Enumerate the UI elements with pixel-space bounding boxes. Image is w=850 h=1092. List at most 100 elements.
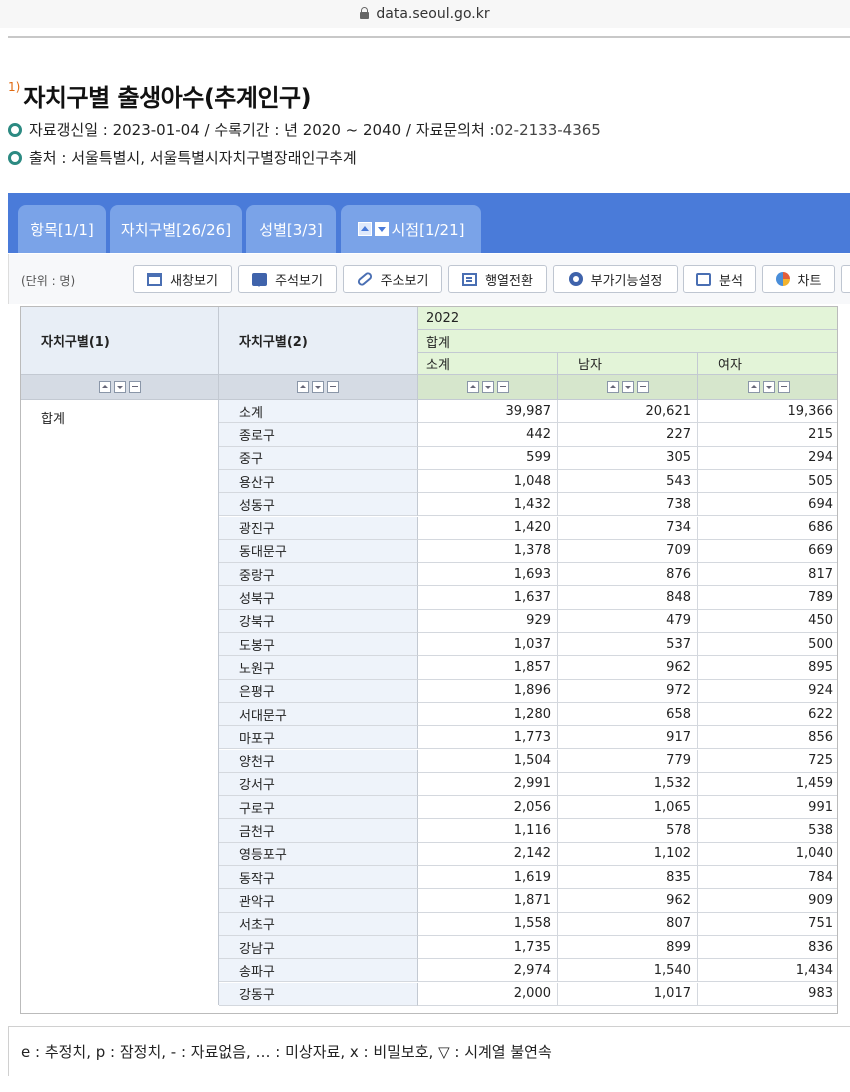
male-value: 972: [558, 679, 698, 703]
male-value: 1,102: [558, 842, 698, 866]
col-header-district1: 자치구별(1): [21, 307, 219, 375]
button-label: 차트: [797, 273, 822, 289]
tab-label: 성별[3/3]: [259, 220, 323, 239]
district-name: 마포구: [219, 726, 418, 750]
url-button[interactable]: 주소보기: [343, 265, 442, 293]
collapse-up-icon[interactable]: [357, 222, 372, 236]
sort-up-icon[interactable]: [466, 381, 479, 393]
data-grid: 자치구별(1) 자치구별(2) 2022 합계 소계 남자 여자 합계 소계 39…: [20, 306, 838, 1014]
table-row: 구로구 2,056 1,065 991: [21, 796, 837, 820]
pie-chart-icon: [775, 272, 790, 286]
total-value: 1,871: [418, 889, 558, 913]
page-title: 1) 자치구별 출생아수(추계인구): [8, 78, 312, 113]
sort-up-icon[interactable]: [606, 381, 619, 393]
tab-gender[interactable]: 성별[3/3]: [246, 205, 336, 253]
table-row: 서대문구 1,280 658 622: [21, 702, 837, 727]
footnote-legend: e : 추정치, p : 잠정치, - : 자료없음, … : 미상자료, x …: [8, 1026, 850, 1076]
divider: [8, 36, 850, 38]
pivot-button[interactable]: 행열전환: [448, 265, 547, 293]
table-row: 은평구 1,896 972 924: [21, 679, 837, 703]
female-value: 895: [698, 656, 837, 680]
window-icon: [147, 272, 163, 286]
table-row: 동작구 1,619 835 784: [21, 866, 837, 890]
table-row: 송파구 2,974 1,540 1,434: [21, 959, 837, 983]
male-value: 1,065: [558, 796, 698, 820]
minus-icon[interactable]: [777, 381, 790, 393]
table-row: 광진구 1,420 734 686: [21, 516, 837, 540]
table-row: 관악구 1,871 962 909: [21, 889, 837, 913]
more-button[interactable]: [841, 265, 850, 293]
minus-icon[interactable]: [496, 381, 509, 393]
district-name: 양천구: [219, 749, 418, 773]
tab-item[interactable]: 항목[1/1]: [18, 205, 106, 253]
analysis-icon: [696, 272, 712, 286]
female-value: 856: [698, 726, 837, 750]
tab-period[interactable]: 시점[1/21]: [341, 205, 481, 253]
browser-url-bar[interactable]: data.seoul.go.kr: [0, 0, 850, 28]
sort-down-icon[interactable]: [481, 381, 494, 393]
analysis-button[interactable]: 분석: [683, 265, 756, 293]
total-value: 1,116: [418, 819, 558, 843]
district-name: 성북구: [219, 586, 418, 610]
district-name: 강서구: [219, 772, 418, 797]
male-value: 734: [558, 516, 698, 540]
total-value: 1,896: [418, 679, 558, 703]
total-value: 2,991: [418, 772, 558, 797]
new-window-button[interactable]: 새창보기: [133, 265, 232, 293]
table-row: 서초구 1,558 807 751: [21, 912, 837, 936]
male-value: 1,540: [558, 959, 698, 983]
female-value: 924: [698, 680, 837, 703]
button-label: 주석보기: [275, 273, 323, 289]
sort-down-icon[interactable]: [762, 381, 775, 393]
unit-label: (단위 : 명): [21, 274, 76, 288]
title-marker: 1): [8, 80, 21, 94]
toolbar: (단위 : 명) 새창보기 주석보기 주소보기 행열전환 부가기능설정 분석 차…: [8, 254, 850, 304]
minus-icon[interactable]: [128, 381, 141, 393]
tab-district[interactable]: 자치구별[26/26]: [110, 205, 242, 253]
total-value: 1,637: [418, 586, 558, 610]
comment-button[interactable]: 주석보기: [238, 265, 337, 293]
female-value: 817: [698, 563, 837, 587]
district-name: 서초구: [219, 912, 418, 936]
total-value: 1,280: [418, 702, 558, 727]
district-name: 은평구: [219, 679, 418, 703]
district-name: 성동구: [219, 493, 418, 517]
minus-icon[interactable]: [327, 381, 339, 393]
female-value: 789: [698, 586, 837, 610]
comment-icon: [252, 272, 268, 287]
sort-down-icon[interactable]: [113, 381, 126, 393]
sort-controls: [219, 375, 418, 400]
sort-down-icon[interactable]: [312, 381, 324, 393]
sort-up-icon[interactable]: [747, 381, 760, 393]
district-name: 송파구: [219, 959, 418, 983]
sort-up-icon[interactable]: [98, 381, 111, 393]
bullet-icon: [8, 122, 22, 137]
total-value: 929: [418, 609, 558, 633]
district-name: 용산구: [219, 469, 418, 494]
total-value: 1,857: [418, 656, 558, 680]
settings-button[interactable]: 부가기능설정: [553, 265, 678, 293]
expand-down-icon[interactable]: [374, 222, 389, 236]
total-value: 2,974: [418, 959, 558, 983]
tab-label: 자치구별[26/26]: [120, 220, 232, 239]
source-text: 출처 : 서울특별시, 서울특별시자치구별장래인구추계: [29, 149, 357, 167]
district-name: 구로구: [219, 796, 418, 820]
male-value: 578: [558, 819, 698, 843]
sort-down-icon[interactable]: [621, 381, 634, 393]
total-value: 2,056: [418, 796, 558, 820]
district-name: 서대문구: [219, 702, 418, 727]
minus-icon[interactable]: [636, 381, 649, 393]
table-row: 소계 39,987 20,621 19,366: [21, 400, 837, 424]
table-row: 도봉구 1,037 537 500: [21, 633, 837, 657]
male-value: 227: [558, 423, 698, 447]
total-value: 599: [418, 446, 558, 470]
male-value: 807: [558, 912, 698, 936]
table-row: 강남구 1,735 899 836: [21, 935, 837, 960]
table-row: 성동구 1,432 738 694: [21, 493, 837, 517]
sort-up-icon[interactable]: [297, 381, 309, 393]
meta-update: 자료갱신일 : 2023-01-04 / 수록기간 : 년 2020 ~ 204…: [29, 121, 495, 139]
female-value: 983: [698, 983, 837, 1006]
sort-controls: [418, 375, 558, 400]
button-label: 분석: [719, 273, 743, 289]
chart-button[interactable]: 차트: [762, 265, 835, 293]
